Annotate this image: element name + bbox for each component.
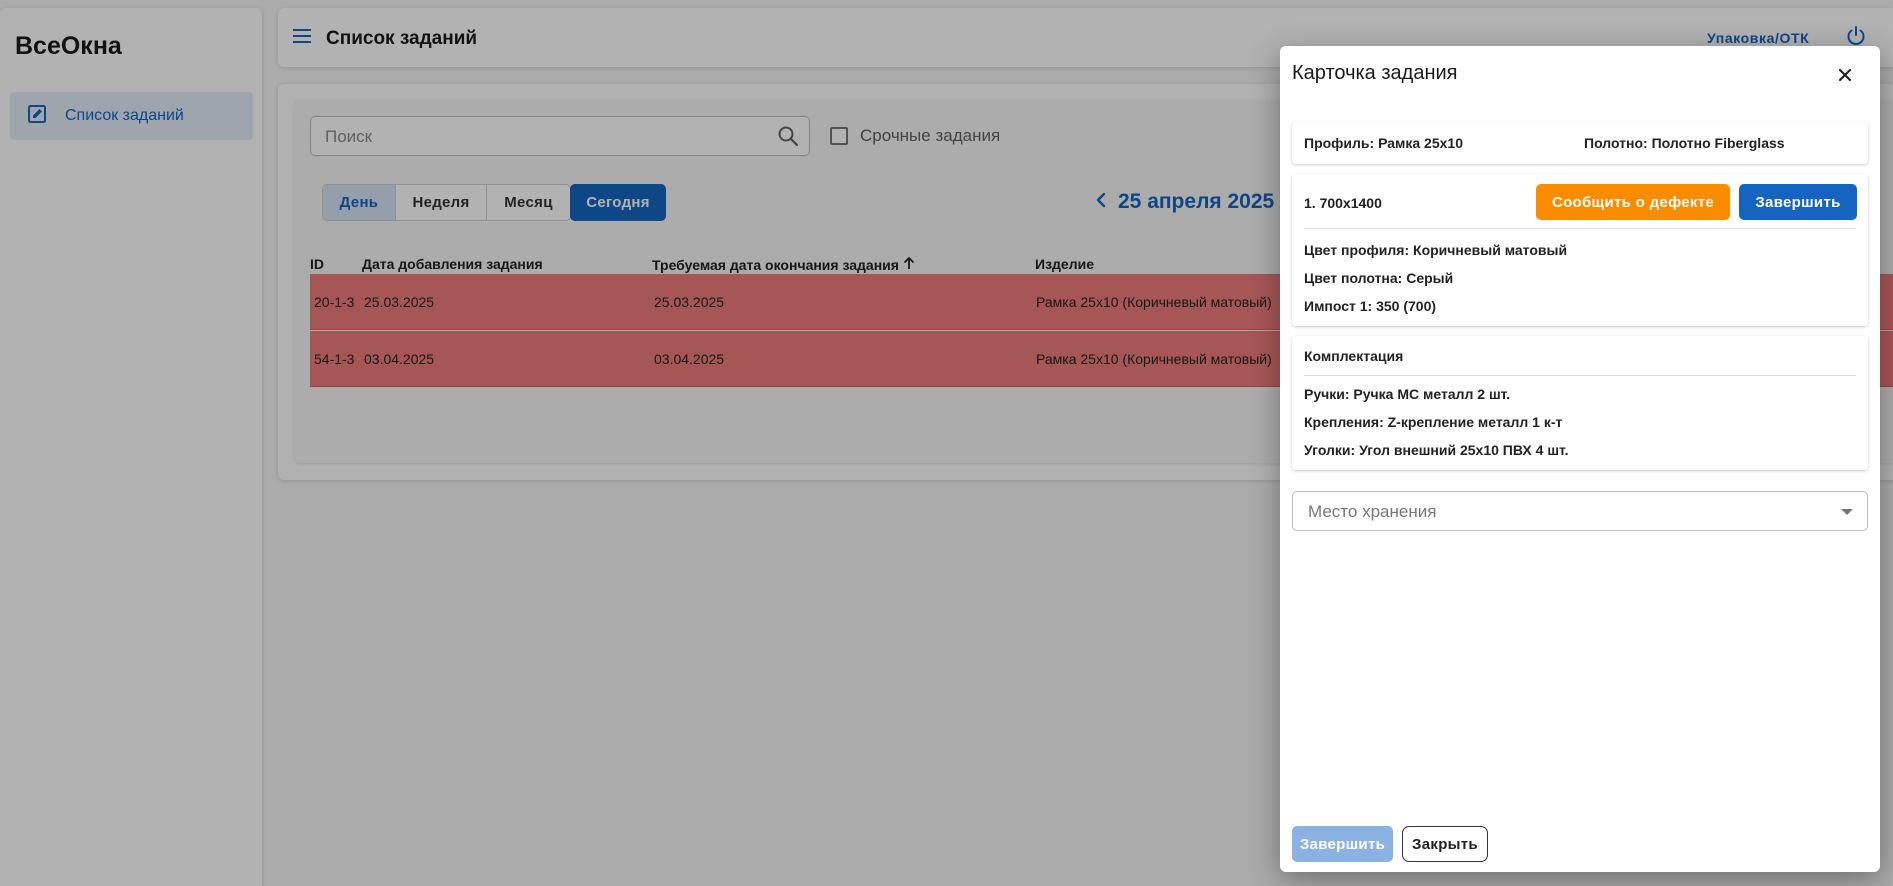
item-name: 1. 700x1400 [1304, 195, 1382, 211]
profile-color: Цвет профиля: Коричневый матовый [1304, 242, 1568, 258]
close-icon[interactable] [1836, 66, 1854, 89]
profile-card: Профиль: Рамка 25x10 Полотно: Полотно Fi… [1292, 122, 1868, 164]
finish-item-button[interactable]: Завершить [1739, 184, 1857, 220]
report-defect-button[interactable]: Сообщить о дефекте [1536, 184, 1730, 220]
task-card-dialog: Карточка задания Профиль: Рамка 25x10 По… [1280, 46, 1880, 872]
storage-select[interactable]: Место хранения [1292, 491, 1868, 531]
mesh-color: Цвет полотна: Серый [1304, 270, 1454, 286]
kit-mounts: Крепления: Z-крепление металл 1 к-т [1304, 414, 1563, 430]
dropdown-arrow-icon [1841, 509, 1853, 515]
kit-corners: Уголки: Угол внешний 25x10 ПВХ 4 шт. [1304, 442, 1569, 458]
divider [1304, 228, 1856, 229]
item-card: 1. 700x1400 Сообщить о дефекте Завершить… [1292, 174, 1868, 326]
dialog-title: Карточка задания [1292, 62, 1458, 84]
mesh-label: Полотно: Полотно Fiberglass [1584, 135, 1785, 151]
storage-placeholder: Место хранения [1308, 502, 1437, 521]
finish-button-disabled[interactable]: Завершить [1292, 826, 1393, 862]
kit-title: Комплектация [1304, 348, 1404, 364]
kit-card: Комплектация Ручки: Ручка МС металл 2 шт… [1292, 336, 1868, 470]
divider [1304, 375, 1856, 376]
close-button[interactable]: Закрыть [1402, 826, 1488, 862]
impost-value: Импост 1: 350 (700) [1304, 298, 1437, 314]
kit-handles: Ручки: Ручка МС металл 2 шт. [1304, 386, 1511, 402]
profile-label: Профиль: Рамка 25x10 [1304, 135, 1463, 151]
